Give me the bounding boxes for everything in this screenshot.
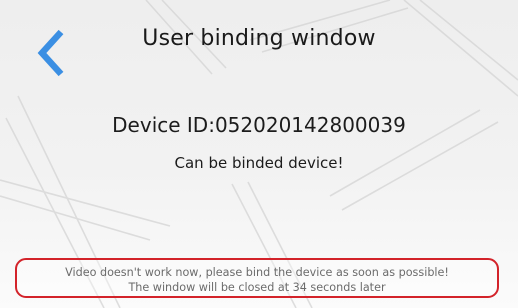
notice-box: Video doesn't work now, please bind the … [15,258,499,298]
countdown-message: The window will be closed at 34 seconds … [128,281,386,294]
device-id-text: Device ID:052020142800039 [112,113,406,137]
bind-status-text: Can be binded device! [174,154,344,172]
binding-screen: User binding window Device ID:0520201428… [0,0,518,308]
notice-message: Video doesn't work now, please bind the … [65,266,449,279]
page-title: User binding window [142,26,376,51]
